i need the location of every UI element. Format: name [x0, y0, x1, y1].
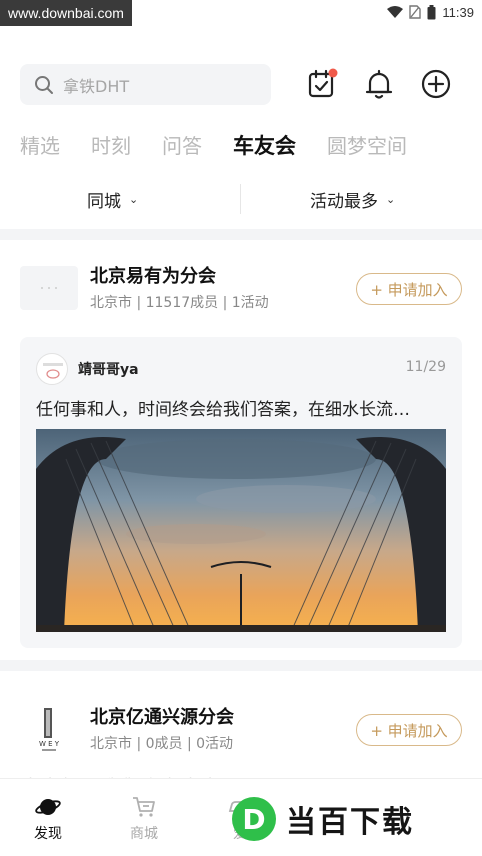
tab-featured[interactable]: 精选 [20, 130, 60, 162]
club-logo[interactable] [20, 266, 78, 310]
watermark-label: www.downbai.com [0, 0, 132, 26]
tab-car-club[interactable]: 车友会 [233, 130, 296, 162]
nav-discover-label: 发现 [34, 826, 62, 842]
post-text[interactable]: 任何事和人，时间终会给我们答案，在细水长流… [36, 395, 446, 420]
avatar[interactable] [36, 353, 68, 385]
filter-divider [240, 184, 241, 214]
club-name[interactable]: 北京易有为分会 [90, 262, 216, 288]
post-date: 11/29 [405, 359, 446, 375]
club-name[interactable]: 北京亿通兴源分会 [90, 703, 234, 729]
join-club-button[interactable]: + 申请加入 [356, 714, 462, 746]
add-circle-icon[interactable] [420, 68, 452, 100]
tab-moments[interactable]: 时刻 [91, 130, 131, 162]
chevron-down-icon: ⌄ [386, 192, 396, 206]
download-watermark-badge: D 当百下载 [232, 796, 414, 842]
battery-icon [427, 4, 436, 19]
search-icon [35, 75, 53, 94]
nav-mall[interactable]: 商城 [104, 779, 184, 856]
club-post-card[interactable]: 靖哥哥ya 11/29 任何事和人，时间终会给我们答案，在细水长流… [20, 337, 462, 648]
search-input[interactable]: 拿铁DHT [20, 64, 271, 105]
club-meta: 北京市 | 11517成员 | 1活动 [90, 295, 269, 311]
post-photo[interactable] [36, 429, 446, 632]
sort-filter-label: 活动最多 [310, 191, 378, 212]
svg-text:W E Y: W E Y [39, 740, 60, 748]
city-filter-label: 同城 [87, 191, 121, 212]
section-divider [0, 229, 482, 240]
club-meta: 北京市 | 0成员 | 0活动 [90, 736, 234, 752]
bell-icon[interactable] [363, 68, 395, 100]
planet-icon [35, 799, 61, 815]
post-username[interactable]: 靖哥哥ya [78, 359, 139, 379]
no-sim-icon [409, 5, 422, 19]
status-time: 11:39 [442, 4, 474, 20]
category-tabs: 精选 时刻 问答 车友会 圆梦空间 [20, 130, 438, 162]
search-placeholder: 拿铁DHT [63, 76, 130, 96]
status-icons: 11:39 [387, 0, 474, 24]
watermark-logo: D [232, 797, 276, 841]
section-divider [0, 660, 482, 671]
nav-mall-label: 商城 [130, 826, 158, 842]
city-filter-dropdown[interactable]: 同城 ⌄ [87, 182, 138, 216]
sort-filter-dropdown[interactable]: 活动最多 ⌄ [310, 182, 395, 216]
chevron-down-icon: ⌄ [129, 192, 139, 206]
calendar-check-icon[interactable] [306, 68, 338, 100]
nav-discover[interactable]: 发现 [8, 779, 88, 856]
watermark-text: 当百下载 [286, 805, 414, 840]
tab-dream-space[interactable]: 圆梦空间 [327, 130, 407, 162]
join-club-button[interactable]: + 申请加入 [356, 273, 462, 305]
wifi-icon [387, 6, 404, 18]
cart-icon [133, 797, 155, 817]
tab-qa[interactable]: 问答 [162, 130, 202, 162]
club-logo[interactable]: W E Y [20, 706, 78, 751]
status-bar: www.downbai.com 11:39 [0, 0, 482, 26]
